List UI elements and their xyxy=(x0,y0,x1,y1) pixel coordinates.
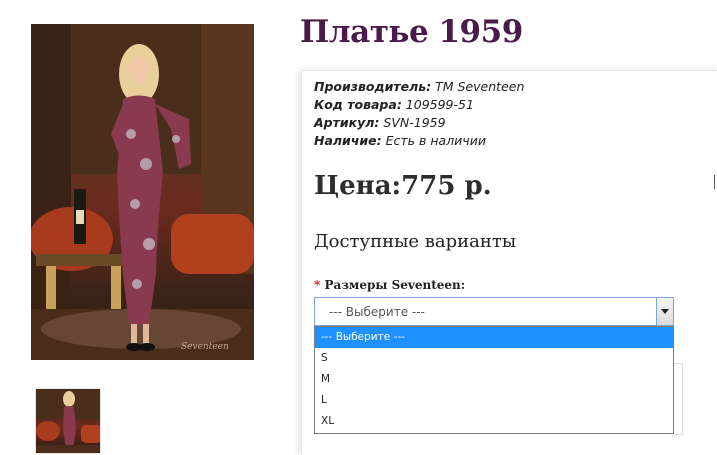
size-option-label: * Размеры Seventeen: xyxy=(314,278,465,292)
info-row-product-code: Код товара: 109599-51 xyxy=(314,96,524,114)
dropdown-option[interactable]: M xyxy=(315,369,673,390)
watermark-text: Seventeen xyxy=(181,342,229,352)
dropdown-option[interactable]: L xyxy=(315,390,673,411)
product-main-image[interactable]: Seventeen xyxy=(31,24,254,360)
info-row-manufacturer: Производитель: TM Seventeen xyxy=(314,78,524,96)
product-title: Платье 1959 xyxy=(300,14,523,50)
info-key: Наличие: xyxy=(314,133,382,148)
divider xyxy=(714,175,715,189)
size-option-label-text: Размеры Seventeen: xyxy=(324,278,466,292)
info-key: Производитель: xyxy=(314,79,432,94)
hidden-form-box xyxy=(674,363,683,435)
dropdown-option[interactable]: S xyxy=(315,348,673,369)
product-thumbnail[interactable] xyxy=(35,388,101,454)
size-dropdown-list[interactable]: --- Выберите --- S M L XL xyxy=(314,326,674,434)
variants-heading: Доступные варианты xyxy=(314,231,517,252)
dropdown-option[interactable]: --- Выберите --- xyxy=(315,327,673,348)
info-row-availability: Наличие: Есть в наличии xyxy=(314,132,524,150)
info-value: 109599-51 xyxy=(405,97,474,112)
dropdown-option[interactable]: XL xyxy=(315,411,673,432)
product-info-list: Производитель: TM Seventeen Код товара: … xyxy=(314,78,524,150)
info-key: Код товара: xyxy=(314,97,402,112)
info-row-article: Артикул: SVN-1959 xyxy=(314,114,524,132)
required-marker: * xyxy=(314,278,321,292)
product-price: Цена:775 р. xyxy=(314,171,492,201)
info-value: Есть в наличии xyxy=(385,133,486,148)
info-value: SVN-1959 xyxy=(383,115,446,130)
size-select-value: --- Выберите --- xyxy=(329,305,425,319)
size-select[interactable]: --- Выберите --- xyxy=(314,297,674,326)
chevron-down-icon[interactable] xyxy=(656,298,673,325)
product-details-panel: Производитель: TM Seventeen Код товара: … xyxy=(301,70,717,455)
info-value[interactable]: TM Seventeen xyxy=(435,79,524,94)
info-key: Артикул: xyxy=(314,115,380,130)
